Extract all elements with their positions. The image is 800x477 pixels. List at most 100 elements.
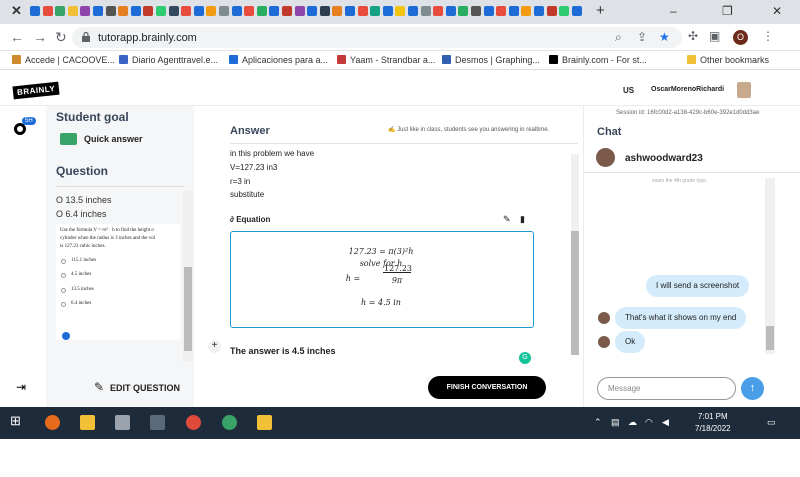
paint-icon[interactable] [115, 415, 130, 430]
pencil-icon[interactable]: ✎ [94, 380, 104, 394]
answer-line[interactable]: substitute [230, 190, 264, 199]
tab-favicon-icon[interactable] [93, 6, 103, 16]
answer-line[interactable]: r=3 in [230, 177, 250, 186]
tab-favicon-icon[interactable] [269, 6, 280, 16]
back-arrow-icon[interactable]: ← [10, 29, 24, 45]
tab-favicon-icon[interactable] [445, 6, 456, 16]
minimize-button[interactable]: – [670, 4, 677, 18]
star-icon[interactable]: ★ [659, 30, 670, 44]
tab-favicon-icon[interactable] [282, 6, 292, 16]
search-icon[interactable]: ⌕ [615, 30, 622, 45]
tab-favicon-icon[interactable] [408, 6, 418, 16]
exit-icon[interactable]: ⇥ [16, 380, 26, 394]
tab-favicon-icon[interactable] [156, 6, 166, 16]
tab-favicon-icon[interactable] [118, 6, 129, 16]
other-bookmarks[interactable]: Other bookmarks [687, 55, 769, 65]
clock[interactable]: 7:01 PM 7/18/2022 [695, 411, 731, 435]
tab-favicon-icon[interactable] [483, 6, 494, 16]
extensions-icon[interactable]: ✣ [688, 29, 698, 43]
tray-chevron-icon[interactable]: ⌃ [594, 417, 602, 428]
tab-favicon-icon[interactable] [193, 6, 204, 16]
chrome-icon[interactable] [186, 415, 201, 430]
tab-favicon-icon[interactable] [80, 6, 91, 16]
notifications-icon[interactable]: ▭ [767, 417, 776, 428]
volume-icon[interactable]: ◀ [662, 417, 669, 428]
tab-favicon-icon[interactable] [420, 6, 431, 16]
scrollbar[interactable] [765, 178, 775, 354]
share-icon[interactable]: ⇪ [637, 30, 647, 44]
windows-start-icon[interactable]: ⊞ [10, 413, 25, 428]
bookmark-item[interactable]: Accede | CACOOVE... [12, 55, 115, 65]
tab-favicon-icon[interactable] [244, 6, 255, 16]
final-answer[interactable]: The answer is 4.5 inches [230, 346, 336, 356]
tab-favicon-icon[interactable] [508, 6, 519, 16]
finish-conversation-button[interactable]: FINISH CONVERSATION [428, 376, 546, 399]
omnibox[interactable]: tutorapp.brainly.com ⌕ ⇪ ★ [72, 27, 682, 48]
tab-favicon-icon[interactable] [307, 6, 318, 16]
tab-favicon-icon[interactable] [231, 6, 242, 16]
answer-line[interactable]: V=127.23 in3 [230, 163, 277, 172]
close-tab-icon[interactable]: ✕ [11, 3, 22, 19]
file-explorer-icon[interactable] [80, 415, 95, 430]
scrollbar[interactable] [183, 191, 193, 361]
edit-equation-icon[interactable]: ✎ [503, 214, 511, 225]
tab-favicon-icon[interactable] [496, 6, 507, 16]
scrollbar-thumb[interactable] [766, 326, 774, 350]
username[interactable]: OscarMorenoRichardi [651, 86, 724, 93]
grammarly-icon[interactable]: G [519, 352, 531, 364]
scrollbar-thumb[interactable] [571, 231, 579, 355]
tab-favicon-icon[interactable] [370, 6, 381, 16]
tab-favicon-icon[interactable] [382, 6, 393, 16]
tab-favicon-icon[interactable] [458, 6, 469, 16]
message-input[interactable]: Message [597, 377, 736, 400]
send-button[interactable]: ↑ [741, 377, 764, 400]
brainly-logo[interactable]: BRAINLY [12, 81, 60, 100]
tab-favicon-icon[interactable] [345, 6, 355, 16]
new-tab-button[interactable]: + [596, 2, 605, 19]
tab-favicon-icon[interactable] [219, 6, 229, 16]
bookmark-item[interactable]: Yaam - Strandbar a... [337, 55, 435, 65]
tab-favicon-icon[interactable] [534, 6, 544, 16]
tab-favicon-icon[interactable] [181, 6, 192, 16]
tab-favicon-icon[interactable] [546, 6, 557, 16]
tab-favicon-icon[interactable] [294, 6, 305, 16]
tab-favicon-icon[interactable] [521, 6, 532, 16]
bookmark-item[interactable]: Desmos | Graphing... [442, 55, 540, 65]
bookmark-item[interactable]: Diario Agenttravel.e... [119, 55, 218, 65]
add-block-button[interactable]: + [208, 340, 221, 353]
tab-favicon-icon[interactable] [559, 6, 570, 16]
reading-list-icon[interactable]: ▣ [709, 29, 720, 43]
user-avatar[interactable] [737, 82, 751, 98]
language-selector[interactable]: US [623, 86, 634, 95]
edit-question-button[interactable]: EDIT QUESTION [110, 383, 180, 393]
tab-favicon-icon[interactable] [206, 6, 217, 16]
tab-favicon-icon[interactable] [395, 6, 406, 16]
close-window-button[interactable]: ✕ [772, 4, 782, 18]
equation-box[interactable]: 127.23 = π(3)²h solve for h h = 127.23 9… [230, 231, 534, 328]
tab-favicon-icon[interactable] [55, 6, 66, 16]
bookmark-item[interactable]: Aplicaciones para a... [229, 55, 328, 65]
firefox-icon[interactable] [45, 415, 60, 430]
tab-favicon-icon[interactable] [42, 6, 53, 16]
delete-equation-icon[interactable]: ▮ [520, 214, 525, 225]
tab-favicon-icon[interactable] [168, 6, 179, 16]
bookmark-item[interactable]: Brainly.com - For st... [549, 55, 647, 65]
reload-icon[interactable]: ↻ [55, 29, 67, 46]
maximize-button[interactable]: ❐ [722, 4, 733, 18]
tab-favicon-icon[interactable] [143, 6, 154, 16]
upwork-icon[interactable] [222, 415, 237, 430]
tab-favicon-icon[interactable] [319, 6, 330, 16]
tab-favicon-icon[interactable] [130, 6, 141, 16]
profile-avatar[interactable]: O [733, 30, 748, 45]
wifi-icon[interactable]: ◠ [645, 417, 653, 428]
tab-favicon-icon[interactable] [471, 6, 481, 16]
tab-favicon-icon[interactable] [571, 6, 582, 16]
network-icon[interactable]: ▤ [611, 417, 620, 428]
menu-dots-icon[interactable]: ⋮ [762, 29, 774, 43]
calculator-icon[interactable] [150, 415, 165, 430]
scrollbar-thumb[interactable] [184, 267, 192, 351]
tab-favicon-icon[interactable] [105, 6, 116, 16]
office-icon[interactable] [257, 415, 272, 430]
tab-favicon-icon[interactable] [256, 6, 267, 16]
answer-line[interactable]: in this problem we have [230, 149, 314, 158]
